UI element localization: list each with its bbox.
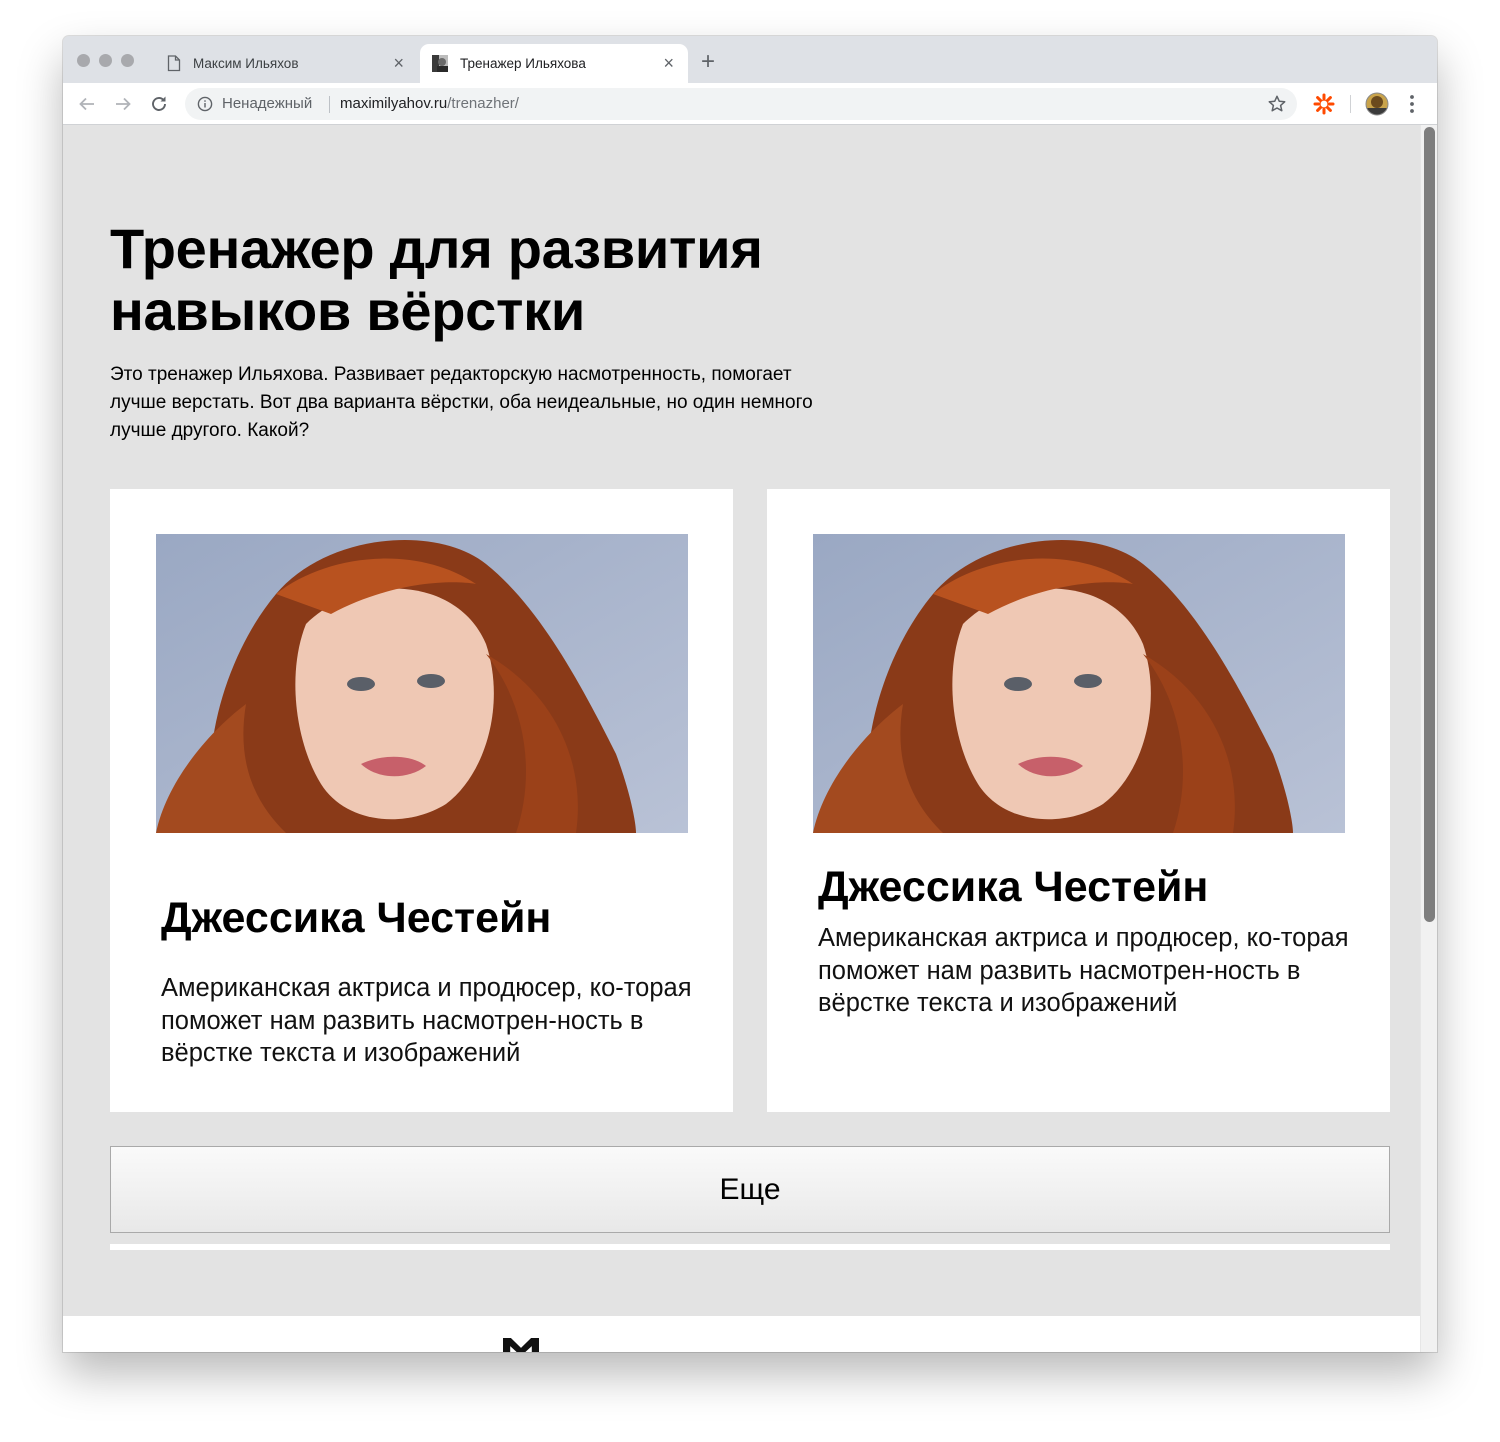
tab-strip: Максим Ильяхов × Тренажер Ильяхова × + bbox=[63, 36, 1437, 83]
tab-title: Тренажер Ильяхова bbox=[460, 56, 586, 71]
window-close-dot[interactable] bbox=[77, 54, 90, 67]
avatar[interactable] bbox=[1365, 92, 1389, 116]
scrollbar-thumb[interactable] bbox=[1424, 127, 1435, 922]
browser-window: Максим Ильяхов × Тренажер Ильяхова × + Н… bbox=[63, 36, 1437, 1352]
forward-button[interactable] bbox=[110, 91, 136, 117]
new-tab-button[interactable]: + bbox=[701, 50, 715, 74]
security-label: Ненадежный bbox=[222, 95, 313, 112]
more-button[interactable]: Еще bbox=[110, 1146, 1390, 1233]
layout-option-card-b[interactable]: Джессика Честейн Американская актриса и … bbox=[767, 489, 1390, 1112]
vertical-dots-icon[interactable] bbox=[1400, 92, 1424, 116]
arrow-right-icon bbox=[116, 97, 131, 111]
url-path: /trenazher/ bbox=[447, 95, 519, 112]
next-section bbox=[63, 1316, 1420, 1352]
asterisk-extension-icon[interactable] bbox=[1312, 92, 1336, 116]
tab-close-icon[interactable]: × bbox=[663, 53, 674, 73]
layout-option-card-a[interactable]: Джессика Честейн Американская актриса и … bbox=[110, 489, 733, 1112]
card-description: Американская актриса и продюсер, ко-тора… bbox=[818, 924, 1349, 1017]
window-maximize-dot[interactable] bbox=[121, 54, 134, 67]
page-scrollbar[interactable] bbox=[1420, 125, 1437, 1352]
browser-toolbar: Ненадежный maximilyahov.ru/trenazher/ bbox=[63, 83, 1437, 125]
address-divider bbox=[329, 96, 330, 113]
portrait-image bbox=[813, 534, 1345, 833]
toolbar-divider bbox=[1350, 95, 1351, 113]
card-description: Американская актриса и продюсер, ко-тора… bbox=[161, 974, 692, 1067]
arrow-left-icon bbox=[79, 97, 94, 111]
document-icon bbox=[167, 55, 181, 72]
portrait-favicon-icon bbox=[432, 55, 448, 72]
url-host: maximilyahov.ru bbox=[340, 95, 448, 112]
portrait-image bbox=[156, 534, 688, 833]
page-intro: Это тренажер Ильяхова. Развивает редакто… bbox=[110, 364, 813, 441]
cut-off-heading bbox=[503, 1338, 539, 1352]
window-minimize-dot[interactable] bbox=[99, 54, 112, 67]
url-text[interactable]: maximilyahov.ru/trenazher/ bbox=[340, 95, 519, 112]
reload-button[interactable] bbox=[146, 91, 172, 117]
address-bar[interactable]: Ненадежный maximilyahov.ru/trenazher/ bbox=[185, 88, 1297, 120]
tab-trenazher-ilyahova[interactable]: Тренажер Ильяхова × bbox=[420, 44, 688, 83]
card-title: Джессика Честейн bbox=[818, 863, 1209, 911]
reload-icon bbox=[152, 96, 166, 111]
page-title: Тренажер для развития навыков вёрстки bbox=[110, 217, 763, 342]
star-icon[interactable] bbox=[1267, 94, 1287, 114]
card-title: Джессика Честейн bbox=[161, 894, 552, 942]
tab-close-icon[interactable]: × bbox=[393, 53, 404, 73]
info-icon[interactable] bbox=[197, 96, 213, 112]
tab-maksim-ilyahov[interactable]: Максим Ильяхов × bbox=[153, 44, 418, 83]
divider bbox=[110, 1244, 1390, 1250]
page-viewport: Тренажер для развития навыков вёрстки Эт… bbox=[63, 125, 1420, 1352]
back-button[interactable] bbox=[74, 91, 100, 117]
tab-title: Максим Ильяхов bbox=[193, 56, 299, 71]
